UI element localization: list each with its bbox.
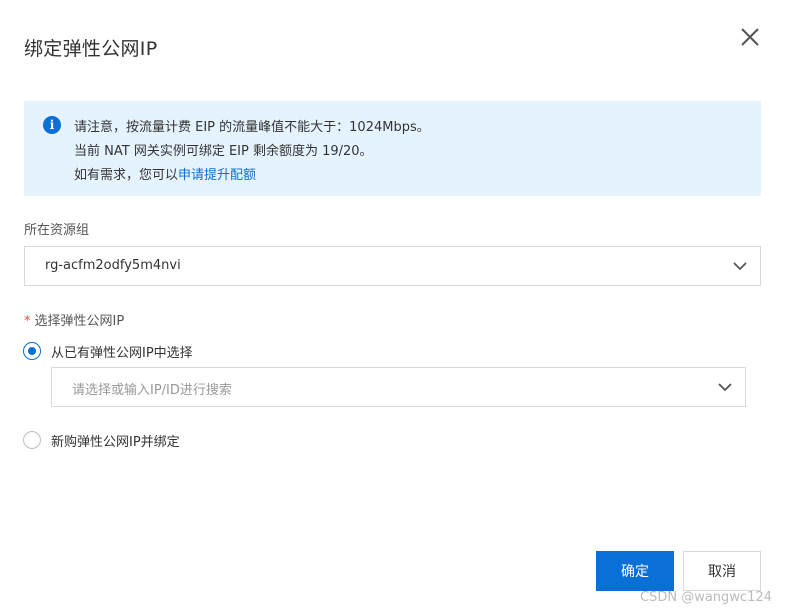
bind-eip-dialog: 绑定弹性公网IP i 请注意，按流量计费 EIP 的流量峰值不能大于：1024M…	[0, 0, 788, 614]
required-mark: *	[24, 314, 31, 329]
resource-group-select[interactable]: rg-acfm2odfy5m4nvi	[24, 246, 761, 286]
eip-label: * 选择弹性公网IP	[24, 310, 124, 329]
radio-existing-eip[interactable]: 从已有弹性公网IP中选择	[23, 341, 323, 361]
eip-label-text: 选择弹性公网IP	[34, 314, 125, 329]
confirm-button[interactable]: 确定	[596, 551, 674, 591]
radio-existing-eip-label: 从已有弹性公网IP中选择	[51, 346, 193, 361]
watermark: CSDN @wangwc124	[640, 590, 772, 605]
eip-search-placeholder: 请选择或输入IP/ID进行搜索	[72, 383, 232, 398]
radio-button-unchecked[interactable]	[23, 431, 41, 449]
resource-group-value: rg-acfm2odfy5m4nvi	[45, 258, 181, 273]
request-quota-link[interactable]: 申请提升配额	[178, 168, 256, 183]
chevron-down-icon	[718, 383, 732, 392]
radio-button-checked[interactable]	[23, 342, 41, 360]
chevron-down-icon	[733, 262, 747, 271]
radio-new-eip-label: 新购弹性公网IP并绑定	[51, 435, 180, 450]
radio-new-eip[interactable]: 新购弹性公网IP并绑定	[23, 430, 323, 450]
close-icon	[741, 28, 759, 46]
resource-group-label: 所在资源组	[24, 223, 90, 238]
close-button[interactable]	[738, 25, 762, 49]
cancel-button[interactable]: 取消	[683, 551, 761, 591]
dialog-title: 绑定弹性公网IP	[24, 38, 158, 60]
quota-notice: i 请注意，按流量计费 EIP 的流量峰值不能大于：1024Mbps。 当前 N…	[24, 101, 761, 196]
info-icon: i	[43, 116, 61, 134]
notice-line-quota: 当前 NAT 网关实例可绑定 EIP 剩余额度为 19/20。	[74, 144, 373, 159]
eip-search-select[interactable]: 请选择或输入IP/ID进行搜索	[51, 367, 746, 407]
notice-line-bandwidth: 请注意，按流量计费 EIP 的流量峰值不能大于：1024Mbps。	[74, 120, 430, 135]
notice-line-request: 如有需求，您可以申请提升配额	[74, 164, 256, 183]
notice-request-prefix: 如有需求，您可以	[74, 168, 179, 183]
